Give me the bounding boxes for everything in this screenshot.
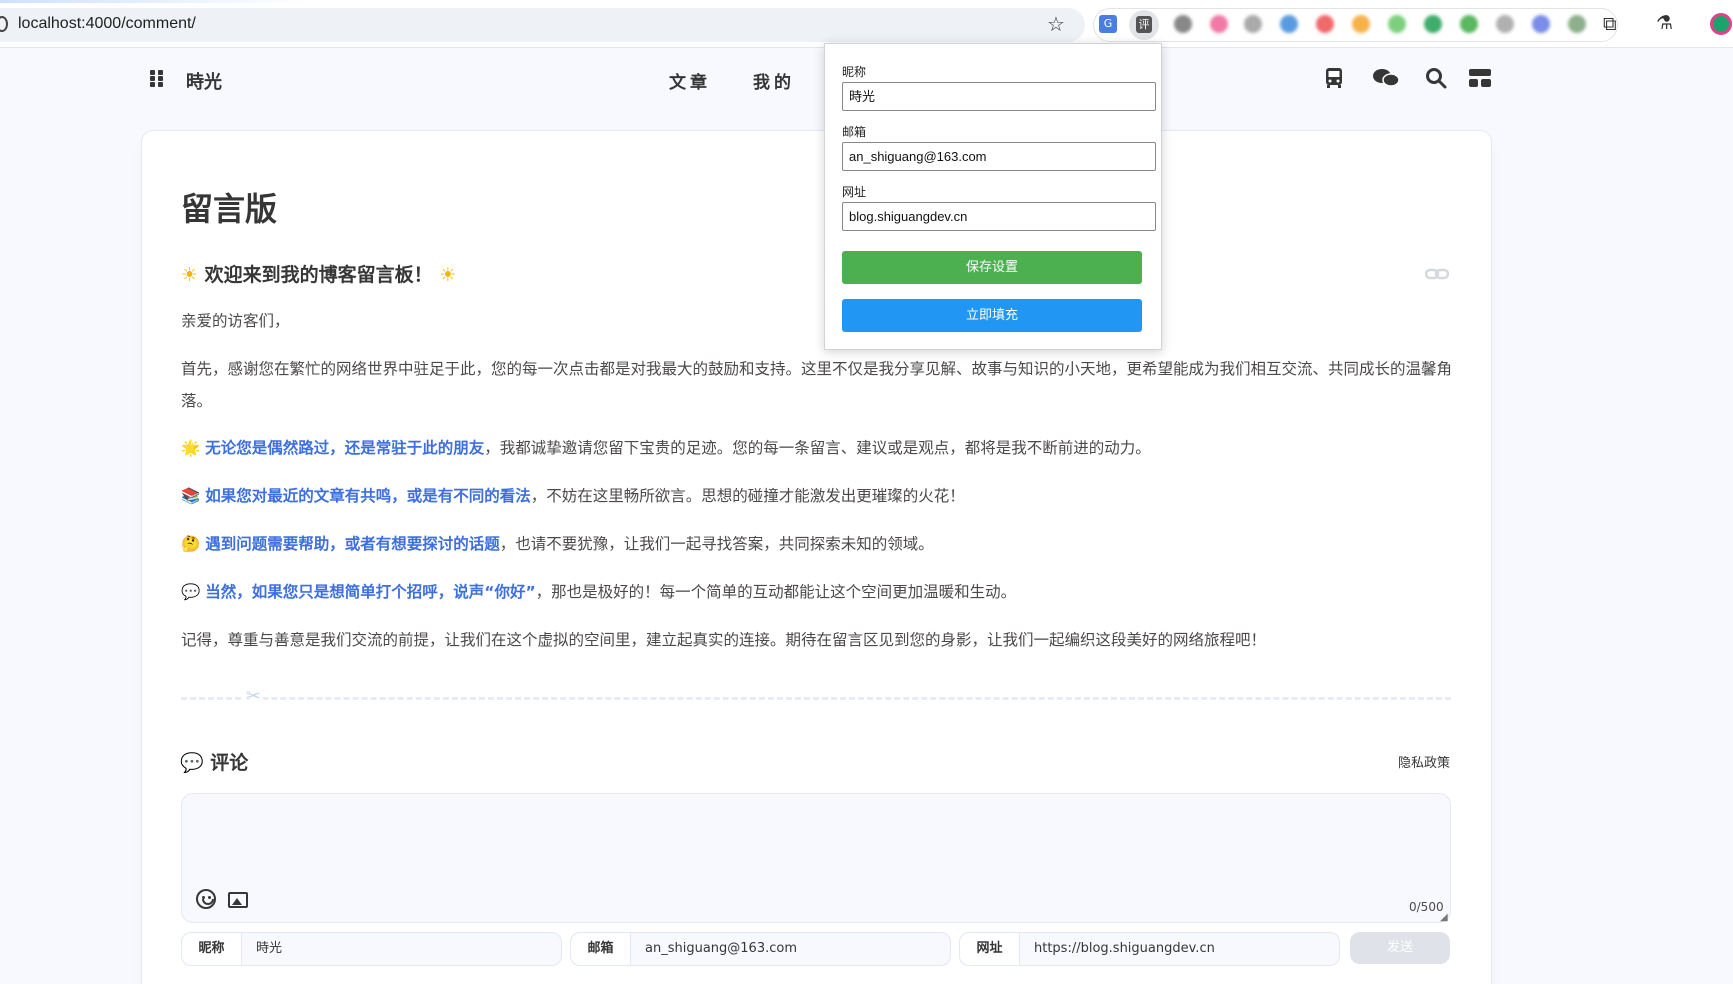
travel-bus-icon[interactable] — [1322, 66, 1346, 90]
popup-url-label: 网址 — [842, 185, 867, 199]
popup-nick-input[interactable]: 時光 — [842, 82, 1156, 111]
extensions-puzzle-icon[interactable]: ⧉ — [1603, 13, 1617, 35]
comment-fill-extension-icon[interactable]: 评 — [1129, 10, 1159, 40]
popup-url-input[interactable]: blog.shiguangdev.cn — [842, 202, 1156, 231]
item-highlight: 如果您对最近的文章有共鸣，或是有不同的看法 — [205, 487, 531, 505]
list-item: 💬 当然，如果您只是想简单打个招呼，说声“你好”，那也是极好的！每一个简单的互动… — [181, 576, 1453, 608]
closing-paragraph: 记得，尊重与善意是我们交流的前提，让我们在这个虚拟的空间里，建立起真实的连接。期… — [181, 631, 1267, 649]
url-label: 网址 — [960, 933, 1020, 965]
speech-bubble-emoji-icon: 💬 — [181, 583, 201, 601]
nav-link-articles[interactable]: 文章 — [669, 68, 711, 93]
privacy-policy-link[interactable]: 隐私政策 — [1398, 752, 1450, 771]
url-field[interactable]: 网址 https://blog.shiguangdev.cn — [959, 932, 1340, 966]
popup-nick-label: 昵称 — [842, 65, 867, 79]
item-highlight: 无论您是偶然路过，还是常驻于此的朋友 — [205, 439, 485, 457]
fill-now-button[interactable]: 立即填充 — [842, 299, 1142, 332]
extension-icon[interactable] — [1496, 15, 1514, 33]
tab-strip-edge — [0, 0, 1733, 3]
nick-field[interactable]: 昵称 時光 — [181, 932, 562, 966]
comment-fill-extension-glyph: 评 — [1136, 16, 1152, 33]
profile-avatar-icon[interactable] — [1710, 13, 1732, 35]
extension-icon[interactable] — [1244, 15, 1262, 33]
anchor-link-icon[interactable] — [1425, 264, 1449, 284]
url-text[interactable]: localhost:4000/comment/ — [18, 15, 196, 33]
item-text: ，不妨在这里畅所欲言。思想的碰撞才能激发出更璀璨的火花！ — [530, 487, 965, 505]
item-highlight: 遇到问题需要帮助，或者有想要探讨的话题 — [205, 535, 500, 553]
extension-icon[interactable] — [1210, 15, 1228, 33]
browser-toolbar: localhost:4000/comment/ ☆ G 评 ⧉ ⚗ — [0, 0, 1733, 48]
extension-popup: 昵称 時光 邮箱 an_shiguang@163.com 网址 blog.shi… — [824, 43, 1162, 350]
scissors-icon: ✂ — [244, 686, 264, 707]
chat-bubbles-icon[interactable] — [1372, 66, 1400, 90]
url-input[interactable]: https://blog.shiguangdev.cn — [1034, 933, 1215, 965]
comments-heading: 💬 评论 — [180, 748, 248, 775]
item-highlight: 当然，如果您只是想简单打个招呼，说声“你好” — [205, 583, 536, 601]
greeting-paragraph: 亲爱的访客们， — [181, 312, 290, 330]
books-emoji-icon: 📚 — [181, 487, 201, 505]
email-input[interactable]: an_shiguang@163.com — [645, 933, 797, 965]
item-text: ，我都诚挚邀请您留下宝贵的足迹。您的每一条留言、建议或是观点，都将是我不断前进的… — [484, 439, 1151, 457]
email-label: 邮箱 — [571, 933, 631, 965]
sun-emoji-icon: ☀ — [181, 264, 199, 286]
list-item: 🤔 遇到问题需要帮助，或者有想要探讨的话题，也请不要犹豫，让我们一起寻找答案，共… — [181, 528, 1453, 560]
layout-menu-icon[interactable] — [1468, 66, 1492, 90]
emoji-picker-icon[interactable] — [196, 889, 216, 909]
char-counter: 0/500 — [1409, 900, 1444, 914]
extension-icon[interactable] — [1424, 15, 1442, 33]
apps-grid-icon[interactable] — [150, 70, 164, 87]
nick-input[interactable]: 時光 — [256, 933, 282, 965]
labs-flask-icon[interactable]: ⚗ — [1656, 12, 1673, 34]
page-title: 留言版 — [181, 190, 278, 228]
image-upload-icon[interactable] — [228, 892, 248, 908]
welcome-text: 欢迎来到我的博客留言板！ — [204, 264, 433, 286]
email-field[interactable]: 邮箱 an_shiguang@163.com — [570, 932, 951, 966]
popup-email-label: 邮箱 — [842, 125, 867, 139]
list-item: 🌟 无论您是偶然路过，还是常驻于此的朋友，我都诚挚邀请您留下宝贵的足迹。您的每一… — [181, 432, 1453, 464]
extension-icon[interactable] — [1352, 15, 1370, 33]
dashed-divider — [181, 697, 1451, 700]
save-settings-button[interactable]: 保存设置 — [842, 251, 1142, 284]
extension-icon[interactable] — [1460, 15, 1478, 33]
comment-textarea[interactable] — [181, 793, 1451, 923]
bookmark-star-icon[interactable]: ☆ — [1047, 12, 1065, 36]
extension-icon[interactable] — [1280, 15, 1298, 33]
comments-heading-text: 评论 — [210, 752, 249, 774]
sun-emoji-icon: ☀ — [439, 264, 457, 286]
item-text: ，那也是极好的！每一个简单的互动都能让这个空间更加温暖和生动。 — [535, 583, 1017, 601]
extension-icon[interactable] — [1174, 15, 1192, 33]
extension-icon[interactable] — [1316, 15, 1334, 33]
site-brand[interactable]: 時光 — [186, 68, 222, 94]
popup-email-input[interactable]: an_shiguang@163.com — [842, 142, 1156, 171]
star-emoji-icon: 🌟 — [181, 439, 201, 457]
search-icon[interactable] — [1424, 66, 1448, 90]
thinking-emoji-icon: 🤔 — [181, 535, 201, 553]
resize-handle-icon[interactable]: ◢ — [1440, 912, 1448, 923]
welcome-heading: ☀ 欢迎来到我的博客留言板！ ☀ — [181, 260, 456, 287]
list-item: 📚 如果您对最近的文章有共鸣，或是有不同的看法，不妨在这里畅所欲言。思想的碰撞才… — [181, 480, 1453, 512]
extension-icon[interactable] — [1532, 15, 1550, 33]
extension-icon[interactable] — [1388, 15, 1406, 33]
translate-extension-icon[interactable]: G — [1099, 15, 1117, 33]
nick-label: 昵称 — [182, 933, 242, 965]
nav-link-mine[interactable]: 我的 — [753, 68, 795, 93]
item-text: ，也请不要犹豫，让我们一起寻找答案，共同探索未知的领域。 — [499, 535, 934, 553]
send-button[interactable]: 发送 — [1350, 932, 1450, 964]
extension-icon[interactable] — [1568, 15, 1586, 33]
intro-paragraph: 首先，感谢您在繁忙的网络世界中驻足于此，您的每一次点击都是对我最大的鼓励和支持。… — [181, 360, 1453, 410]
comments-icon: 💬 — [180, 752, 204, 774]
